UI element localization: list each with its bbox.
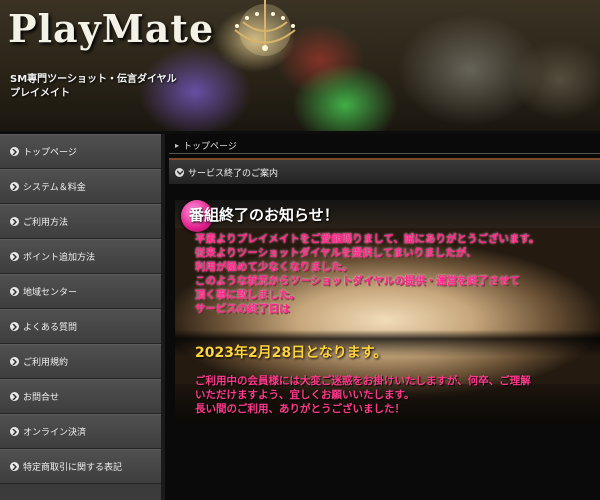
notice-body-line: このような状況からツーショットダイヤルの提供・運営を終了させて xyxy=(195,275,520,287)
chandelier-image xyxy=(234,0,296,56)
service-end-date: 2023年2月28日となります。 xyxy=(195,345,388,361)
sidebar-item-label: システム＆料金 xyxy=(23,183,86,193)
breadcrumb-arrow-icon: ▸ xyxy=(175,141,180,150)
chevron-right-icon xyxy=(10,252,19,261)
chevron-right-icon xyxy=(10,147,19,156)
sidebar-item-label: お問合せ xyxy=(23,393,60,403)
sidebar-item-system-pricing[interactable]: システム＆料金 xyxy=(0,169,161,204)
breadcrumb-item-top[interactable]: トップページ xyxy=(183,139,237,152)
sidebar-item-terms[interactable]: ご利用規約 xyxy=(0,344,161,379)
main-content: ▸ トップページ サービス終了のご案内 番組終了のお知らせ！ 平素よりプレイメイ… xyxy=(161,134,600,500)
sidebar-item-label: ご利用規約 xyxy=(23,358,69,368)
sidebar-item-contact[interactable]: お問合せ xyxy=(0,379,161,414)
site-tagline: SM専門ツーショット・伝言ダイヤル xyxy=(10,74,177,85)
notice-body-line: 平素よりプレイメイトをご愛顧賜りまして、誠にありがとうございます。 xyxy=(195,233,540,245)
sidebar-item-label: よくある質問 xyxy=(23,323,78,333)
service-end-notice: 番組終了のお知らせ！ 平素よりプレイメイトをご愛顧賜りまして、誠にありがとうござ… xyxy=(175,200,600,424)
chevron-right-icon xyxy=(10,322,19,331)
notice-footer: ご利用中の会員様には大変ご迷惑をお掛けいたしますが、何卒、ご理解 いただけますよ… xyxy=(195,374,600,416)
sidebar-item-top[interactable]: トップページ xyxy=(0,134,161,169)
sidebar-item-add-points[interactable]: ポイント追加方法 xyxy=(0,239,161,274)
sidebar-item-label: 地域センター xyxy=(23,288,78,298)
sidebar-item-how-to-use[interactable]: ご利用方法 xyxy=(0,204,161,239)
sidebar-item-label: トップページ xyxy=(23,148,77,158)
notice-footer-line: いただけますよう、宜しくお願いいたします。 xyxy=(195,389,415,401)
section-header: サービス終了のご案内 xyxy=(169,158,600,184)
notice-footer-line: ご利用中の会員様には大変ご迷惑をお掛けいたしますが、何卒、ご理解 xyxy=(195,375,531,387)
notice-body-line: 頂く事に致しました。 xyxy=(195,289,300,301)
section-title: サービス終了のご案内 xyxy=(188,168,279,179)
chevron-right-icon xyxy=(10,217,19,226)
chevron-right-icon xyxy=(10,392,19,401)
sidebar-item-legal-notice[interactable]: 特定商取引に関する表記 xyxy=(0,449,161,484)
chevron-right-icon xyxy=(10,182,19,191)
notice-body-line: 利用が極めて少なくなりました。 xyxy=(195,261,353,273)
sidebar-item-label: ポイント追加方法 xyxy=(23,253,96,263)
chevron-right-icon xyxy=(10,427,19,436)
breadcrumb: ▸ トップページ xyxy=(169,138,600,154)
sidebar-item-faq[interactable]: よくある質問 xyxy=(0,309,161,344)
site-header: PlayMate SM専門ツーショット・伝言ダイヤル プレイメイト xyxy=(0,0,600,133)
chevron-right-icon xyxy=(10,287,19,296)
chevron-right-icon xyxy=(10,357,19,366)
notice-title: 番組終了のお知らせ！ xyxy=(189,206,339,224)
sidebar-item-label: ご利用方法 xyxy=(23,218,69,228)
chevron-right-icon xyxy=(10,462,19,471)
site-tagline-name: プレイメイト xyxy=(10,88,70,99)
notice-body-line: 従来よりツーショットダイヤルを提供してまいりましたが、 xyxy=(195,247,477,259)
sidebar-item-label: オンライン決済 xyxy=(23,428,87,438)
site-logo[interactable]: PlayMate xyxy=(8,6,214,51)
sidebar-nav: トップページ システム＆料金 ご利用方法 ポイント追加方法 地域センター よくあ… xyxy=(0,134,161,500)
sidebar-item-online-payment[interactable]: オンライン決済 xyxy=(0,414,161,449)
sidebar-item-label: 特定商取引に関する表記 xyxy=(23,463,123,473)
notice-footer-line: 長い間のご利用、ありがとうございました！ xyxy=(195,403,405,415)
chevron-down-icon xyxy=(175,167,184,177)
sidebar-item-regional-centers[interactable]: 地域センター xyxy=(0,274,161,309)
notice-body: 平素よりプレイメイトをご愛顧賜りまして、誠にありがとうございます。 従来よりツー… xyxy=(195,232,595,316)
notice-body-line: サービスの終了日は xyxy=(195,303,290,315)
